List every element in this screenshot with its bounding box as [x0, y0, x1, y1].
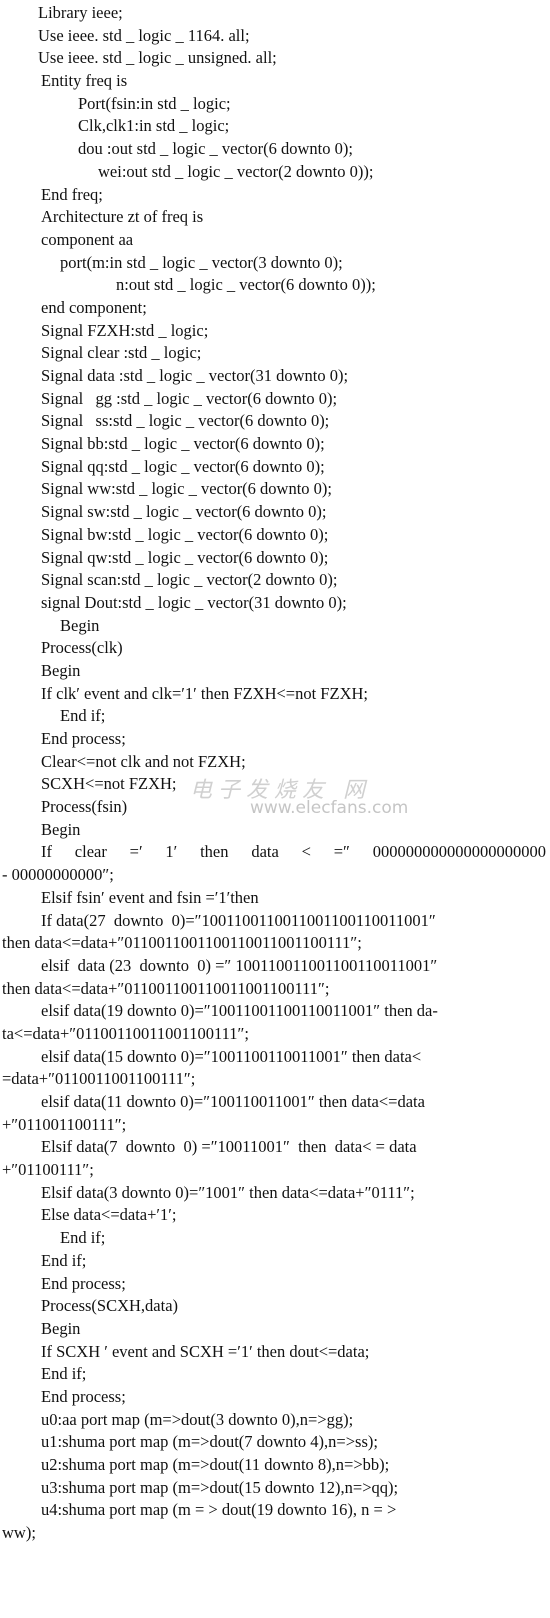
code-line: Elsif data(3 downto 0)=″1001″ then data<… — [41, 1182, 415, 1202]
code-line: Signal qw:std _ logic _ vector(6 downto … — [41, 547, 329, 567]
code-line: then data<=data+″01100110011001100110011… — [2, 933, 362, 953]
code-line: end component; — [41, 297, 147, 317]
code-line: Signal ss:std _ logic _ vector(6 downto … — [41, 411, 330, 431]
code-line: If clear =′ 1′ then data < =″ 0000000000… — [41, 842, 546, 862]
code-line: Elsif data(7 downto 0) =″10011001″ then … — [41, 1137, 417, 1157]
code-line: u3:shuma port map (m=>dout(15 downto 12)… — [41, 1477, 399, 1497]
code-line: Signal scan:std _ logic _ vector(2 downt… — [41, 570, 338, 590]
code-line: ww); — [2, 1523, 36, 1543]
code-line: elsif data (23 downto 0) =″ 100110011001… — [41, 955, 438, 975]
code-line: Port(fsin:in std _ logic; — [78, 93, 231, 113]
code-line: ta<=data+″01100110011001100111″; — [2, 1023, 249, 1043]
code-line: Clear<=not clk and not FZXH; — [41, 751, 246, 771]
code-line: Begin — [60, 615, 100, 635]
code-line: Signal bb:std _ logic _ vector(6 downto … — [41, 434, 325, 454]
code-line: =data+″0110011001100111″; — [2, 1069, 196, 1089]
code-line: Process(clk) — [41, 638, 123, 658]
code-line: If data(27 downto 0)=″100110011001100110… — [41, 910, 436, 930]
code-line: u0:aa port map (m=>dout(3 downto 0),n=>g… — [41, 1409, 354, 1429]
code-line: End if; — [41, 1250, 87, 1270]
code-line: elsif data(15 downto 0)=″100110011001100… — [41, 1046, 422, 1066]
code-line: u1:shuma port map (m=>dout(7 downto 4),n… — [41, 1432, 378, 1452]
code-line: Clk,clk1:in std _ logic; — [78, 116, 230, 136]
code-line: u2:shuma port map (m=>dout(11 downto 8),… — [41, 1455, 390, 1474]
code-line: End if; — [41, 1364, 87, 1384]
code-line: Library ieee; — [38, 3, 123, 22]
code-line: Begin — [41, 660, 81, 680]
code-line: +″011001100111″; — [2, 1114, 127, 1134]
code-line: port(m:in std _ logic _ vector(3 downto … — [60, 252, 343, 272]
vhdl-code-listing: Library ieee; Use ieee. std _ logic _ 116… — [0, 2, 550, 1545]
code-line: Signal gg :std _ logic _ vector(6 downto… — [41, 388, 338, 408]
code-line: elsif data(19 downto 0)=″100110011001100… — [41, 1001, 438, 1021]
code-line: End if; — [60, 706, 106, 726]
code-line: elsif data(11 downto 0)=″100110011001″ t… — [41, 1092, 425, 1111]
code-line: If clk′ event and clk=′1′ then FZXH<=not… — [41, 683, 368, 703]
code-line: Use ieee. std _ logic _ 1164. all; — [38, 25, 250, 45]
code-line: Elsif fsin′ event and fsin =′1′then — [41, 887, 259, 907]
code-line: End process; — [41, 729, 126, 748]
code-line: Use ieee. std _ logic _ unsigned. all; — [38, 48, 277, 68]
code-line: n:out std _ logic _ vector(6 downto 0)); — [116, 275, 376, 295]
code-line: Signal bw:std _ logic _ vector(6 downto … — [41, 524, 329, 544]
code-line: u4:shuma port map (m = > dout(19 downto … — [41, 1500, 397, 1520]
code-line: Signal sw:std _ logic _ vector(6 downto … — [41, 502, 327, 522]
code-line: Signal ww:std _ logic _ vector(6 downto … — [41, 479, 333, 499]
code-line: wei:out std _ logic _ vector(2 downto 0)… — [98, 161, 374, 181]
code-line: Signal FZXH:std _ logic; — [41, 320, 209, 340]
code-line: Process(SCXH,data) — [41, 1296, 179, 1316]
code-line: Signal clear :std _ logic; — [41, 343, 202, 363]
code-line: component aa — [41, 229, 134, 249]
code-line: Architecture zt of freq is — [41, 207, 204, 227]
code-line: End process; — [41, 1386, 126, 1406]
code-line: Begin — [41, 819, 81, 839]
code-line: Signal qq:std _ logic _ vector(6 downto … — [41, 456, 325, 476]
code-line: Signal data :std _ logic _ vector(31 dow… — [41, 366, 349, 385]
code-line: If SCXH ′ event and SCXH =′1′ then dout<… — [41, 1341, 370, 1361]
code-line: SCXH<=not FZXH; — [41, 774, 177, 794]
code-line: dou :out std _ logic _ vector(6 downto 0… — [78, 139, 353, 159]
code-line: End process; — [41, 1273, 126, 1293]
code-line: signal Dout:std _ logic _ vector(31 down… — [41, 592, 347, 612]
code-line: Process(fsin) — [41, 797, 128, 817]
code-line: Entity freq is — [41, 71, 128, 91]
code-line: +″01100111″; — [2, 1160, 94, 1180]
code-line: then data<=data+″01100110011001100110011… — [2, 978, 330, 998]
code-line: - 00000000000″; — [2, 865, 114, 885]
code-line: End freq; — [41, 184, 103, 204]
code-line: Begin — [41, 1318, 81, 1338]
code-line: End if; — [60, 1228, 106, 1248]
code-line: Else data<=data+′1′; — [41, 1205, 177, 1225]
